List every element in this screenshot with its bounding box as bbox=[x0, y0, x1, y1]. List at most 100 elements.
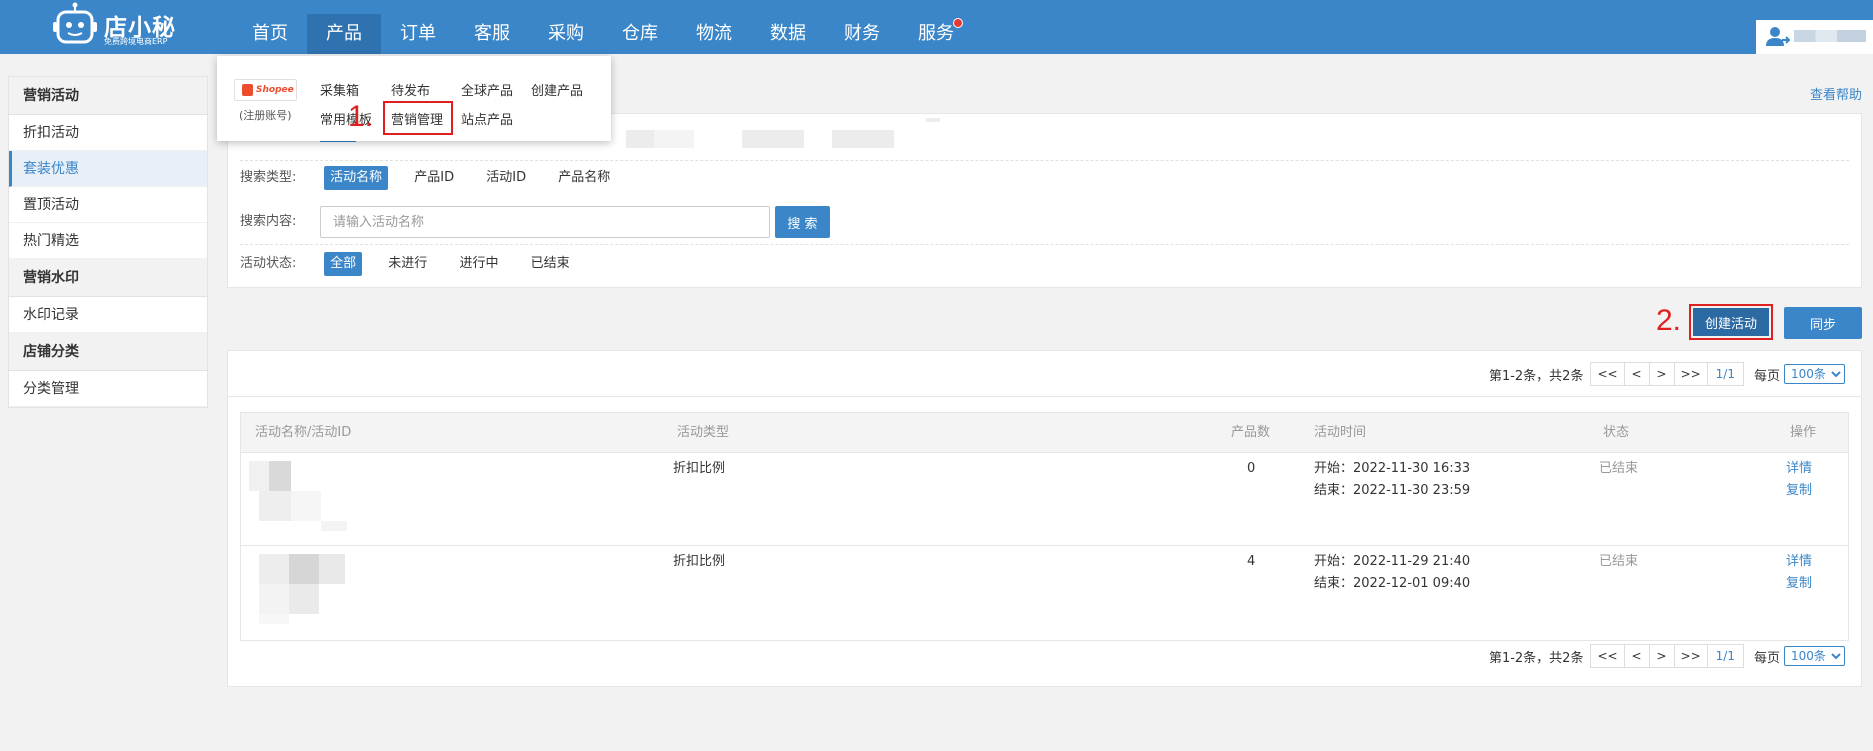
copy-link[interactable]: 复制 bbox=[1786, 480, 1812, 502]
pager-prev-button[interactable]: < bbox=[1623, 644, 1650, 668]
sidebar-item-hot-picks[interactable]: 热门精选 bbox=[9, 223, 207, 259]
pager-prev-button[interactable]: < bbox=[1623, 362, 1650, 386]
shopee-bag-icon bbox=[242, 84, 253, 96]
header-status: 状态 bbox=[1603, 425, 1630, 440]
step-1-annotation: 1. bbox=[348, 100, 374, 133]
results-panel: 第1-2条，共2条 << < > >> 1/1 每页 100条 活动名称/活动I… bbox=[227, 350, 1862, 687]
step-2-annotation: 2. bbox=[1656, 304, 1682, 337]
status-all[interactable]: 全部 bbox=[324, 252, 363, 276]
pager-last-button[interactable]: >> bbox=[1673, 362, 1708, 386]
pager-next-button[interactable]: > bbox=[1648, 362, 1675, 386]
redacted-block bbox=[654, 130, 694, 148]
marketing-management-highlight bbox=[383, 101, 453, 135]
nav-item-warehouse[interactable]: 仓库 bbox=[603, 0, 677, 54]
pager-current-page: 1/1 bbox=[1706, 644, 1744, 668]
sidebar-group-watermark: 营销水印 bbox=[9, 259, 207, 297]
pager-current-page: 1/1 bbox=[1706, 362, 1744, 386]
search-type-activity-id[interactable]: 活动ID bbox=[480, 166, 532, 190]
sidebar: 营销活动 折扣活动 套装优惠 置顶活动 热门精选 营销水印 水印记录 店铺分类 … bbox=[8, 76, 208, 408]
sidebar-item-discount[interactable]: 折扣活动 bbox=[9, 115, 207, 151]
main-nav: 首页 产品 订单 客服 采购 仓库 物流 数据 财务 服务 bbox=[233, 0, 973, 54]
create-activity-button[interactable]: 创建活动 bbox=[1693, 308, 1769, 336]
sync-button[interactable]: 同步 bbox=[1784, 307, 1862, 339]
detail-link[interactable]: 详情 bbox=[1786, 458, 1812, 480]
row-status: 已结束 bbox=[1599, 461, 1639, 476]
sidebar-item-bundle-deal[interactable]: 套装优惠 bbox=[9, 151, 207, 187]
pager-next-button[interactable]: > bbox=[1648, 644, 1675, 668]
search-type-product-id[interactable]: 产品ID bbox=[408, 166, 460, 190]
status-row: 活动状态: 全部 未进行 进行中 已结束 bbox=[240, 252, 592, 276]
search-content-row: 搜索内容: bbox=[240, 210, 320, 234]
pager-last-button[interactable]: >> bbox=[1673, 644, 1708, 668]
notification-dot bbox=[953, 18, 963, 28]
pager-first-button[interactable]: << bbox=[1590, 362, 1625, 386]
nav-item-product[interactable]: 产品 bbox=[307, 14, 381, 54]
row-product-count: 4 bbox=[1247, 554, 1256, 569]
nav-item-logistics[interactable]: 物流 bbox=[677, 0, 751, 54]
robot-logo-icon bbox=[53, 2, 97, 44]
sidebar-group-marketing-activities: 营销活动 bbox=[9, 77, 207, 115]
header-type: 活动类型 bbox=[677, 425, 730, 440]
menu-item-site-products[interactable]: 站点产品 bbox=[461, 109, 513, 128]
redacted-block bbox=[626, 130, 654, 148]
table-row: 折扣比例 0 开始：2022-11-30 16:33 结束：2022-11-30… bbox=[241, 453, 1848, 546]
nav-item-services[interactable]: 服务 bbox=[899, 0, 973, 54]
pager-per-page-select[interactable]: 100条 bbox=[1784, 364, 1845, 384]
menu-item-global-products[interactable]: 全球产品 bbox=[461, 80, 513, 99]
menu-item-pending-publish[interactable]: 待发布 bbox=[391, 80, 430, 99]
nav-item-service-desk[interactable]: 客服 bbox=[455, 0, 529, 54]
help-link[interactable]: 查看帮助 bbox=[1810, 84, 1862, 103]
row-ops: 详情 复制 bbox=[1786, 458, 1812, 502]
search-type-product-name[interactable]: 产品名称 bbox=[552, 166, 616, 190]
status-label: 活动状态: bbox=[240, 256, 297, 271]
sidebar-item-category-management[interactable]: 分类管理 bbox=[9, 371, 207, 407]
pager-top: 第1-2条，共2条 << < > >> 1/1 每页 100条 bbox=[1489, 361, 1845, 387]
row-start-time: 开始：2022-11-29 21:40 bbox=[1314, 554, 1471, 569]
row-type: 折扣比例 bbox=[673, 461, 726, 476]
redacted-block bbox=[832, 130, 894, 148]
header-count: 产品数 bbox=[1231, 425, 1271, 440]
user-menu[interactable] bbox=[1756, 20, 1873, 54]
create-activity-highlight: 创建活动 bbox=[1689, 304, 1773, 340]
pager-summary: 第1-2条，共2条 bbox=[1488, 650, 1584, 666]
search-input[interactable] bbox=[320, 206, 770, 238]
user-icon bbox=[1766, 27, 1790, 46]
nav-item-data[interactable]: 数据 bbox=[751, 0, 825, 54]
redacted-activity-name bbox=[249, 554, 349, 624]
status-ongoing[interactable]: 进行中 bbox=[453, 252, 504, 276]
detail-link[interactable]: 详情 bbox=[1786, 551, 1812, 573]
copy-link[interactable]: 复制 bbox=[1786, 573, 1812, 595]
nav-item-finance[interactable]: 财务 bbox=[825, 0, 899, 54]
row-type: 折扣比例 bbox=[673, 554, 726, 569]
search-type-row: 搜索类型: 活动名称 产品ID 活动ID 产品名称 bbox=[240, 166, 632, 190]
logo[interactable]: 店小秘 免费跨境电商ERP bbox=[52, 2, 182, 48]
shopee-platform-badge[interactable]: Shopee bbox=[234, 79, 297, 101]
search-type-activity-name[interactable]: 活动名称 bbox=[324, 166, 389, 190]
menu-item-collection-box[interactable]: 采集箱 bbox=[320, 80, 359, 99]
menu-item-create-product[interactable]: 创建产品 bbox=[531, 80, 583, 99]
brand-tagline: 免费跨境电商ERP bbox=[104, 37, 168, 46]
nav-item-home[interactable]: 首页 bbox=[233, 0, 307, 54]
status-not-started[interactable]: 未进行 bbox=[382, 252, 433, 276]
row-end-time: 结束：2022-11-30 23:59 bbox=[1314, 483, 1471, 498]
sidebar-item-watermark-records[interactable]: 水印记录 bbox=[9, 297, 207, 333]
pager-per-page-label: 每页 bbox=[1753, 368, 1780, 384]
sidebar-item-top-promotion[interactable]: 置顶活动 bbox=[9, 187, 207, 223]
search-button[interactable]: 搜 索 bbox=[775, 206, 830, 238]
pager-first-button[interactable]: << bbox=[1590, 644, 1625, 668]
top-nav-bar: 店小秘 免费跨境电商ERP 首页 产品 订单 客服 采购 仓库 物流 数据 财务… bbox=[0, 0, 1873, 54]
register-account-note: (注册账号) bbox=[239, 109, 292, 122]
row-product-count: 0 bbox=[1247, 461, 1256, 476]
search-type-label: 搜索类型: bbox=[240, 170, 297, 185]
pager-per-page-select[interactable]: 100条 bbox=[1784, 646, 1845, 666]
row-time: 开始：2022-11-29 21:40 结束：2022-12-01 09:40 bbox=[1314, 551, 1470, 595]
nav-item-services-label: 服务 bbox=[918, 23, 954, 44]
status-ended[interactable]: 已结束 bbox=[525, 252, 576, 276]
filter-divider bbox=[240, 244, 1849, 245]
row-status: 已结束 bbox=[1599, 554, 1639, 569]
row-end-time: 结束：2022-12-01 09:40 bbox=[1314, 576, 1471, 591]
nav-item-purchase[interactable]: 采购 bbox=[529, 0, 603, 54]
shopee-label: Shopee bbox=[256, 85, 294, 95]
table-row: 折扣比例 4 开始：2022-11-29 21:40 结束：2022-12-01… bbox=[241, 546, 1848, 640]
nav-item-order[interactable]: 订单 bbox=[381, 0, 455, 54]
